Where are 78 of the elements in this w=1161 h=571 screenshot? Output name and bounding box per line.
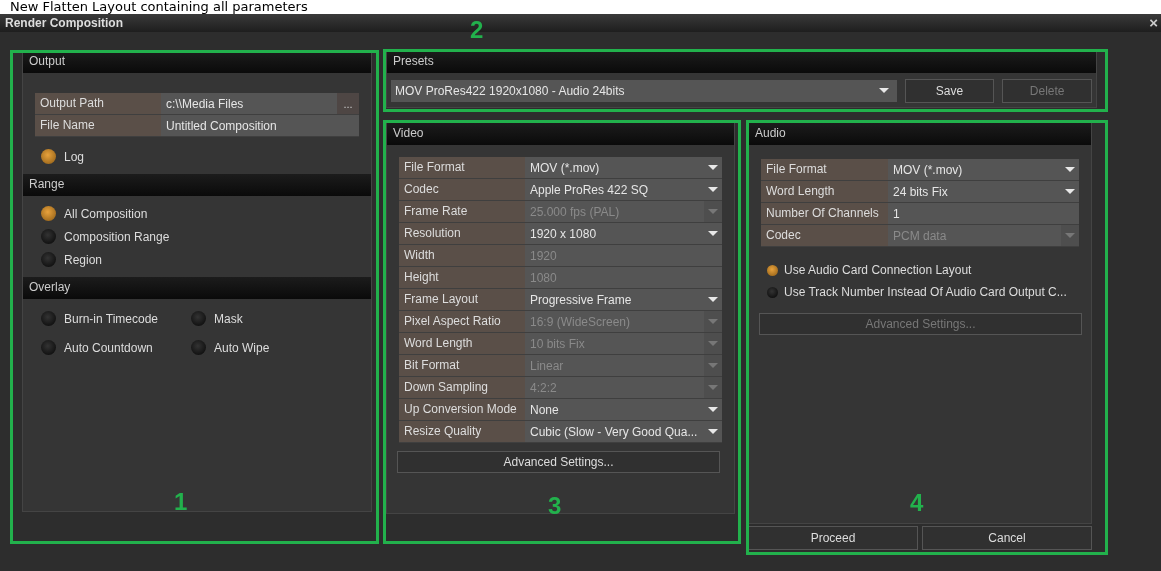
window-title: Render Composition [4,16,123,30]
panel-header: Output [23,51,371,73]
dropdown-arrow-icon[interactable] [1065,188,1075,195]
field-label: Resolution [399,223,525,244]
panel-header: Overlay [23,277,371,299]
option-label[interactable]: Burn-in Timecode [64,311,159,326]
radio-indicator[interactable] [41,229,56,244]
dropdown-field[interactable]: MOV (*.mov) [525,157,722,178]
option-label[interactable]: Composition Range [64,229,170,244]
option-label[interactable]: All Composition [64,206,148,221]
dropdown-arrow-icon[interactable] [878,88,889,94]
field-label: Codec [399,179,525,200]
field-label: Up Conversion Mode [399,399,525,420]
dropdown-arrow-icon[interactable] [708,296,718,303]
panel-header: Range [23,174,371,196]
annotation-number: 2 [470,18,484,42]
text-field[interactable]: 1 [888,203,1079,224]
field-label: Frame Rate [399,201,525,222]
dropdown-arrow-icon[interactable] [708,230,718,237]
preset-dropdown[interactable]: MOV ProRes422 1920x1080 - Audio 24bits [391,80,897,102]
option-label[interactable]: Log [64,149,85,164]
radio-indicator[interactable] [41,206,56,221]
dropdown-field[interactable]: 1920 x 1080 [525,223,722,244]
dropdown-field[interactable]: 24 bits Fix [888,181,1079,202]
checkbox-indicator[interactable] [767,286,778,298]
dropdown-arrow-icon[interactable] [708,186,718,193]
text-field[interactable]: Untitled Composition [161,115,359,136]
checkbox-indicator[interactable] [767,264,778,276]
field-label: File Format [399,157,525,178]
advanced-settings-button[interactable]: Advanced Settings... [397,451,720,473]
option-label[interactable]: Use Track Number Instead Of Audio Card Output C... [784,285,1067,299]
field-label: Codec [761,225,888,246]
radio-indicator[interactable] [41,252,56,267]
option-label[interactable]: Region [64,252,103,267]
dropdown-field[interactable]: Apple ProRes 422 SQ [525,179,722,200]
field-label: File Format [761,159,888,180]
field-label: File Name [35,115,161,136]
field-label: Width [399,245,525,266]
field-label: Word Length [399,333,525,354]
option-label[interactable]: Mask [214,311,243,326]
field-label: Height [399,267,525,288]
option-label[interactable]: Auto Wipe [214,340,270,355]
field-label: Down Sampling [399,377,525,398]
caption-text: New Flatten Layout containing all parameters [9,0,309,14]
dialog-button[interactable]: Cancel [922,526,1092,550]
dropdown-arrow-icon[interactable] [1065,166,1075,173]
dropdown-arrow-icon[interactable] [708,428,718,435]
annotation-number: 4 [910,491,924,515]
text-field[interactable]: c:\\Media Files [161,93,337,114]
field-label: Pixel Aspect Ratio [399,311,525,332]
dropdown-field[interactable]: Cubic (Slow - Very Good Qua... [525,421,722,442]
browse-button[interactable]: ... [337,93,359,114]
checkbox-indicator[interactable] [41,340,56,355]
panel-header: Audio [749,123,1091,145]
field-label: Word Length [761,181,888,202]
dropdown-arrow-icon[interactable] [708,406,718,413]
panel-header: Presets [387,51,1096,73]
field-label: Number Of Channels [761,203,888,224]
dropdown-arrow-icon[interactable] [708,164,718,171]
option-label[interactable]: Use Audio Card Connection Layout [784,263,972,277]
option-label[interactable]: Auto Countdown [64,340,153,355]
dropdown-field[interactable]: Progressive Frame [525,289,722,310]
field-label: Output Path [35,93,161,114]
close-button[interactable]: × [1146,15,1161,31]
dialog-button[interactable]: Proceed [748,526,918,550]
annotation-number: 3 [548,494,562,518]
panel-header: Video [387,123,734,145]
checkbox-indicator[interactable] [191,340,206,355]
checkbox-indicator[interactable] [41,311,56,326]
field-label: Frame Layout [399,289,525,310]
checkbox-indicator[interactable] [191,311,206,326]
annotation-number: 1 [174,490,188,514]
dropdown-field[interactable]: None [525,399,722,420]
preset-button[interactable]: Save [904,79,995,103]
field-label: Resize Quality [399,421,525,442]
checkbox-indicator[interactable] [41,149,56,164]
dropdown-field[interactable]: MOV (*.mov) [888,159,1079,180]
field-label: Bit Format [399,355,525,376]
